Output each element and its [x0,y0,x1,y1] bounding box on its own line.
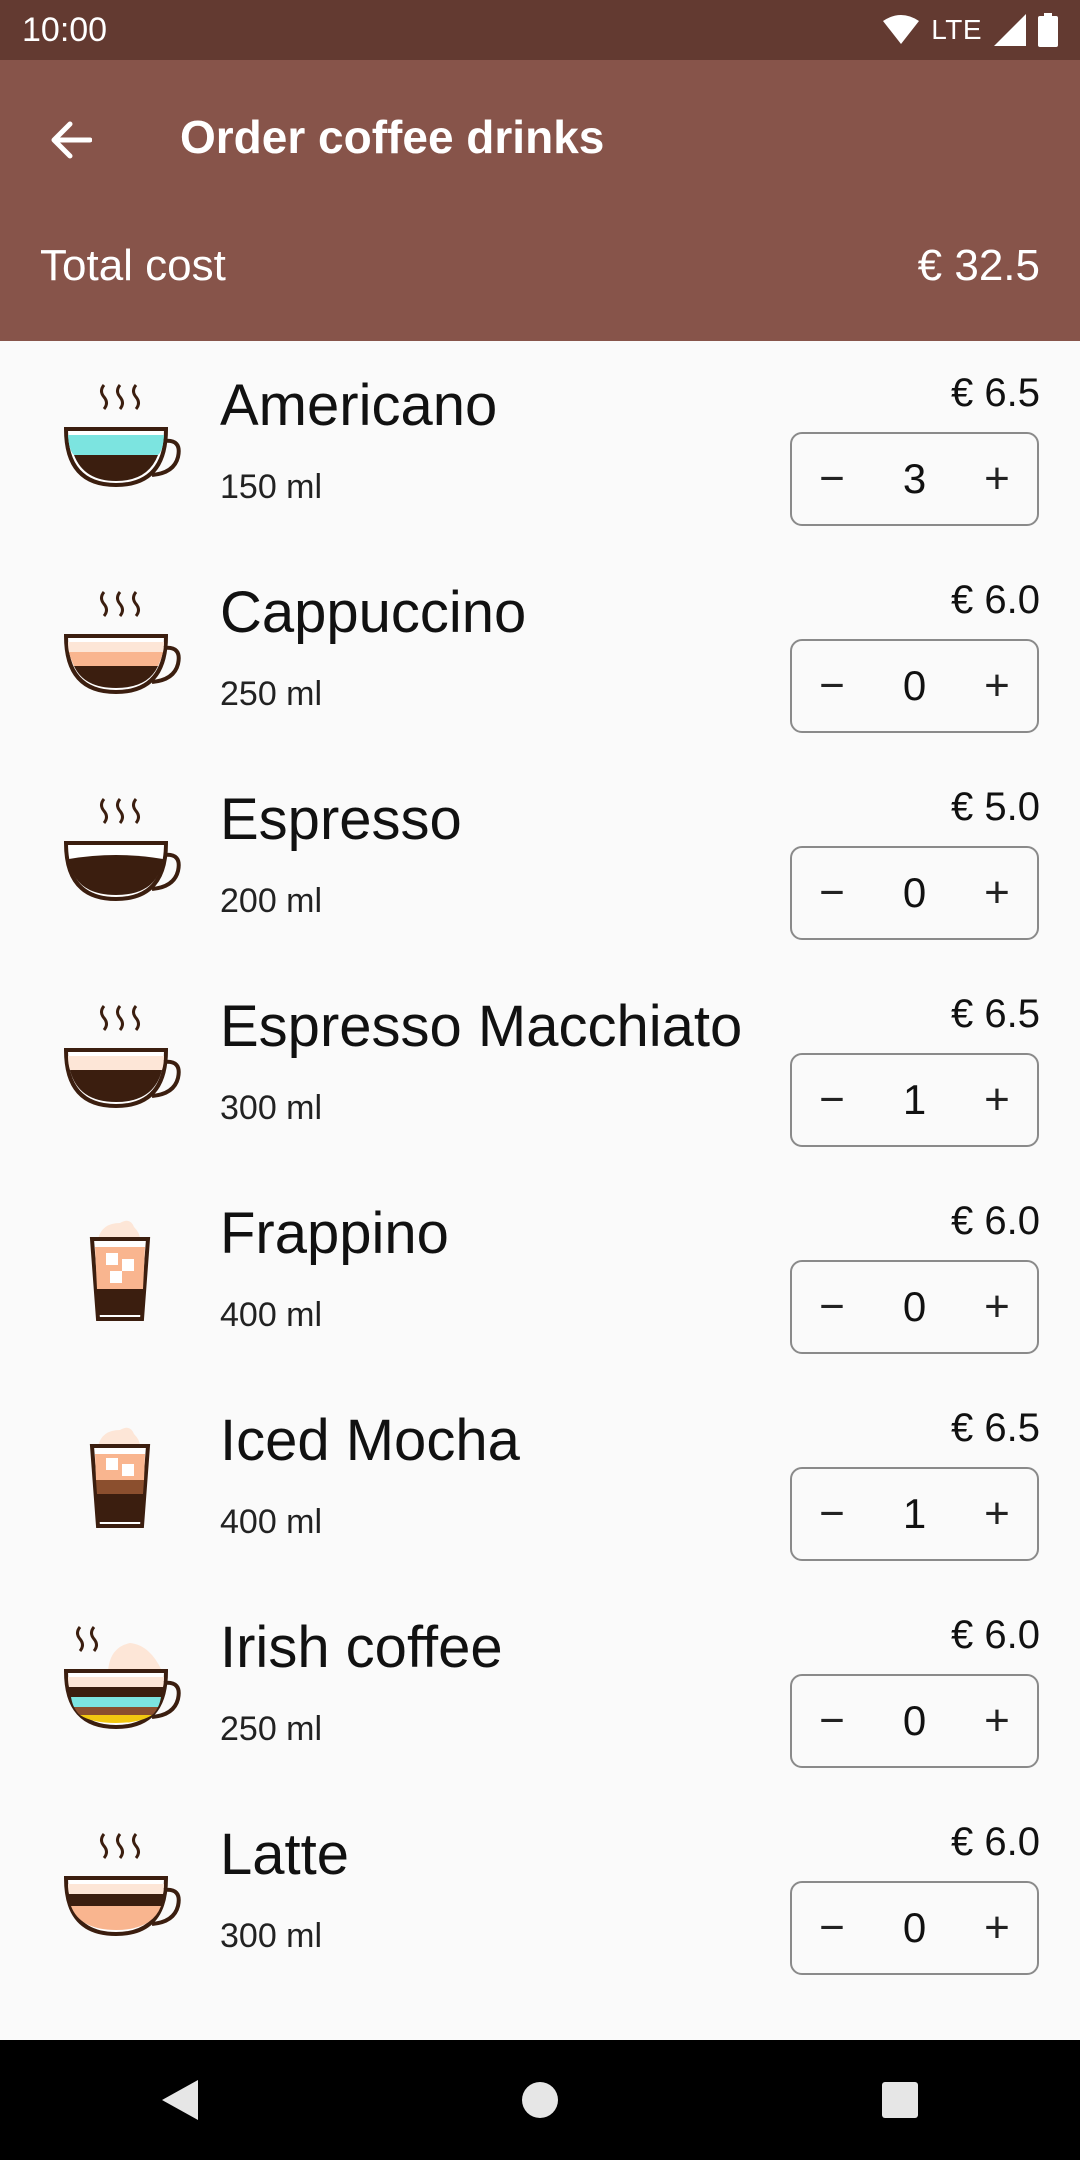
status-icons: LTE [883,13,1058,47]
quantity-stepper: − 1 + [790,1053,1039,1147]
quantity-stepper: − 0 + [790,846,1039,940]
espresso-cup-icon [63,798,181,902]
drink-list[interactable]: Americano 150 ml € 6.5 − 3 + Cappuccino … [0,341,1080,2040]
wifi-icon [883,15,920,44]
quantity-stepper: − 3 + [790,432,1039,526]
drink-name: Espresso [220,787,462,852]
americano-cup-icon [63,384,181,488]
drink-volume: 300 ml [220,1917,323,1955]
quantity-value: 0 [902,869,927,916]
increment-button[interactable]: + [957,1469,1037,1559]
drink-name: Espresso Macchiato [220,994,743,1059]
drink-price: € 6.0 [951,1199,1040,1243]
drink-price: € 6.5 [951,992,1040,1036]
drink-volume: 400 ml [220,1296,323,1334]
quantity-value: 1 [902,1490,927,1537]
increment-button[interactable]: + [957,848,1037,938]
drink-price: € 6.0 [951,1613,1040,1657]
drink-row-latte: Latte 300 ml € 6.0 − 0 + [0,1790,1080,1997]
status-time: 10:00 [22,10,108,49]
cappuccino-cup-icon [63,591,181,695]
frappino-glass-icon [89,1220,151,1321]
irish-coffee-cup-icon [63,1626,181,1730]
drink-name: Cappuccino [220,580,527,645]
drink-row-espresso-macchiato: Espresso Macchiato 300 ml € 6.5 − 1 + [0,962,1080,1169]
drink-volume: 250 ml [220,1710,323,1748]
circle-home-icon [522,2082,558,2118]
nav-home-button[interactable] [480,2040,600,2160]
quantity-value: 0 [902,662,927,709]
decrement-button[interactable]: − [792,1883,872,1973]
drink-name: Irish coffee [220,1615,503,1680]
drink-volume: 400 ml [220,1503,323,1541]
total-cost-label: Total cost [40,241,226,290]
drink-price: € 5.0 [951,785,1040,829]
drink-price: € 6.5 [951,1406,1040,1450]
quantity-stepper: − 0 + [790,1881,1039,1975]
decrement-button[interactable]: − [792,848,872,938]
system-navigation-bar [0,2040,1080,2160]
quantity-stepper: − 0 + [790,639,1039,733]
quantity-value: 3 [902,455,927,502]
triangle-back-icon [162,2080,198,2120]
drink-row-irish-coffee: Irish coffee 250 ml € 6.0 − 0 + [0,1583,1080,1790]
network-type: LTE [931,14,982,45]
cell-signal-icon [994,14,1026,46]
drink-row-americano: Americano 150 ml € 6.5 − 3 + [0,341,1080,548]
arrow-back-icon [51,121,92,159]
quantity-value: 0 [902,1697,927,1744]
total-cost-value: € 32.5 [917,241,1040,290]
increment-button[interactable]: + [957,1676,1037,1766]
status-bar: 10:00 LTE [0,0,1080,60]
drink-price: € 6.0 [951,578,1040,622]
app-bar: Order coffee drinks Total cost € 32.5 [0,60,1080,341]
drink-row-espresso: Espresso 200 ml € 5.0 − 0 + [0,755,1080,962]
increment-button[interactable]: + [957,641,1037,731]
drink-name: Latte [220,1822,349,1887]
drink-name: Iced Mocha [220,1408,520,1473]
decrement-button[interactable]: − [792,1055,872,1145]
macchiato-cup-icon [63,1005,181,1109]
decrement-button[interactable]: − [792,434,872,524]
drink-volume: 300 ml [220,1089,323,1127]
increment-button[interactable]: + [957,434,1037,524]
latte-cup-icon [63,1833,181,1937]
battery-icon [1038,13,1058,47]
increment-button[interactable]: + [957,1262,1037,1352]
increment-button[interactable]: + [957,1055,1037,1145]
quantity-stepper: − 0 + [790,1674,1039,1768]
drink-name: Frappino [220,1201,449,1266]
increment-button[interactable]: + [957,1883,1037,1973]
drink-volume: 250 ml [220,675,323,713]
decrement-button[interactable]: − [792,1469,872,1559]
decrement-button[interactable]: − [792,1262,872,1352]
drink-volume: 200 ml [220,882,323,920]
quantity-value: 0 [902,1283,927,1330]
drink-price: € 6.0 [951,1820,1040,1864]
square-recents-icon [882,2082,918,2118]
quantity-stepper: − 0 + [790,1260,1039,1354]
drink-row-iced-mocha: Iced Mocha 400 ml € 6.5 − 1 + [0,1376,1080,1583]
nav-back-button[interactable] [120,2040,240,2160]
quantity-value: 0 [902,1904,927,1951]
decrement-button[interactable]: − [792,1676,872,1766]
drink-volume: 150 ml [220,468,323,506]
quantity-stepper: − 1 + [790,1467,1039,1561]
quantity-value: 1 [902,1076,927,1123]
drink-price: € 6.5 [951,371,1040,415]
iced-mocha-glass-icon [89,1427,151,1528]
nav-recents-button[interactable] [840,2040,960,2160]
page-title: Order coffee drinks [180,111,605,163]
back-button[interactable] [30,100,110,180]
decrement-button[interactable]: − [792,641,872,731]
drink-name: Americano [220,373,498,438]
drink-row-cappuccino: Cappuccino 250 ml € 6.0 − 0 + [0,548,1080,755]
drink-row-frappino: Frappino 400 ml € 6.0 − 0 + [0,1169,1080,1376]
